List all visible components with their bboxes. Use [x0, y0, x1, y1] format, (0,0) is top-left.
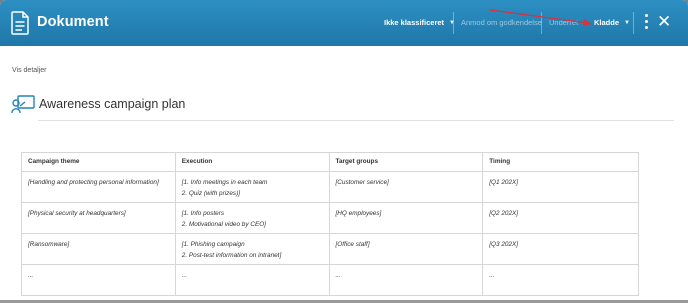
- table-row: [Ransomware] [1. Phishing campaign 2. Pos…: [21, 233, 639, 265]
- document-header: Dokument Ikke klassificeret ▼ Anmod om go…: [0, 0, 688, 46]
- status-label: Kladde: [594, 18, 620, 27]
- column-header-target-groups: Target groups: [328, 152, 484, 172]
- header-divider: [633, 12, 634, 34]
- chevron-down-icon: ▼: [624, 20, 630, 26]
- table-row: ... ... ... ...: [21, 264, 639, 296]
- plan-title: Awareness campaign plan: [39, 97, 186, 111]
- document-window: Dokument Ikke klassificeret ▼ Anmod om go…: [0, 0, 688, 303]
- cell-theme: [Physical security at headquarters]: [21, 202, 176, 234]
- cell-timing: [Q1 202X]: [482, 171, 639, 203]
- cell-theme: [Ransomware]: [21, 233, 176, 265]
- classification-dropdown[interactable]: Ikke klassificeret ▼: [384, 18, 455, 27]
- execution-line: 2. Quiz (with prizes)]: [181, 190, 241, 197]
- status-dropdown[interactable]: Kladde ▼: [594, 18, 630, 27]
- request-approval-button[interactable]: Anmod om godkendelse: [461, 18, 542, 27]
- cell-execution: [1. Info meetings in each team 2. Quiz (w…: [174, 171, 330, 203]
- document-title: Dokument: [37, 14, 109, 30]
- divider: [38, 120, 674, 121]
- document-icon: [11, 11, 29, 35]
- table-row: [Handling and protecting personal inform…: [21, 171, 639, 203]
- cell-target: [Customer service]: [328, 171, 484, 203]
- notify-button[interactable]: Underret: [549, 18, 578, 27]
- cell-target: [HQ employees]: [328, 202, 484, 234]
- cell-timing: ...: [482, 264, 639, 296]
- execution-line: [1. Info posters: [181, 210, 225, 217]
- cell-execution: [1. Phishing campaign 2. Post-test inform…: [174, 233, 330, 265]
- more-options-icon[interactable]: [642, 14, 650, 32]
- execution-line: [1. Phishing campaign: [181, 241, 245, 248]
- campaign-table: Campaign theme Execution Target groups T…: [21, 152, 639, 296]
- cell-timing: [Q3 202X]: [482, 233, 639, 265]
- column-header-campaign-theme: Campaign theme: [21, 152, 176, 172]
- header-divider: [541, 12, 542, 34]
- column-header-execution: Execution: [174, 152, 330, 172]
- table-header-row: Campaign theme Execution Target groups T…: [21, 152, 639, 172]
- cell-theme: ...: [21, 264, 176, 296]
- execution-line: [1. Info meetings in each team: [181, 179, 268, 186]
- table-row: [Physical security at headquarters] [1. …: [21, 202, 639, 234]
- classification-label: Ikke klassificeret: [384, 18, 445, 27]
- cell-execution: ...: [174, 264, 330, 296]
- execution-line: ...: [181, 272, 188, 279]
- cell-timing: [Q2 202X]: [482, 202, 639, 234]
- cell-target: [Office staff]: [328, 233, 484, 265]
- cell-execution: [1. Info posters 2. Motivational video by…: [174, 202, 330, 234]
- execution-line: 2. Post-test information on intranet]: [181, 252, 282, 259]
- execution-line: 2. Motivational video by CEO]: [181, 221, 266, 228]
- show-details-link[interactable]: Vis detaljer: [12, 67, 47, 74]
- header-divider: [453, 12, 454, 34]
- close-icon[interactable]: ✕: [657, 12, 671, 32]
- column-header-timing: Timing: [482, 152, 639, 172]
- awareness-presentation-icon: [11, 95, 35, 114]
- cell-target: ...: [328, 264, 484, 296]
- cell-theme: [Handling and protecting personal inform…: [21, 171, 176, 203]
